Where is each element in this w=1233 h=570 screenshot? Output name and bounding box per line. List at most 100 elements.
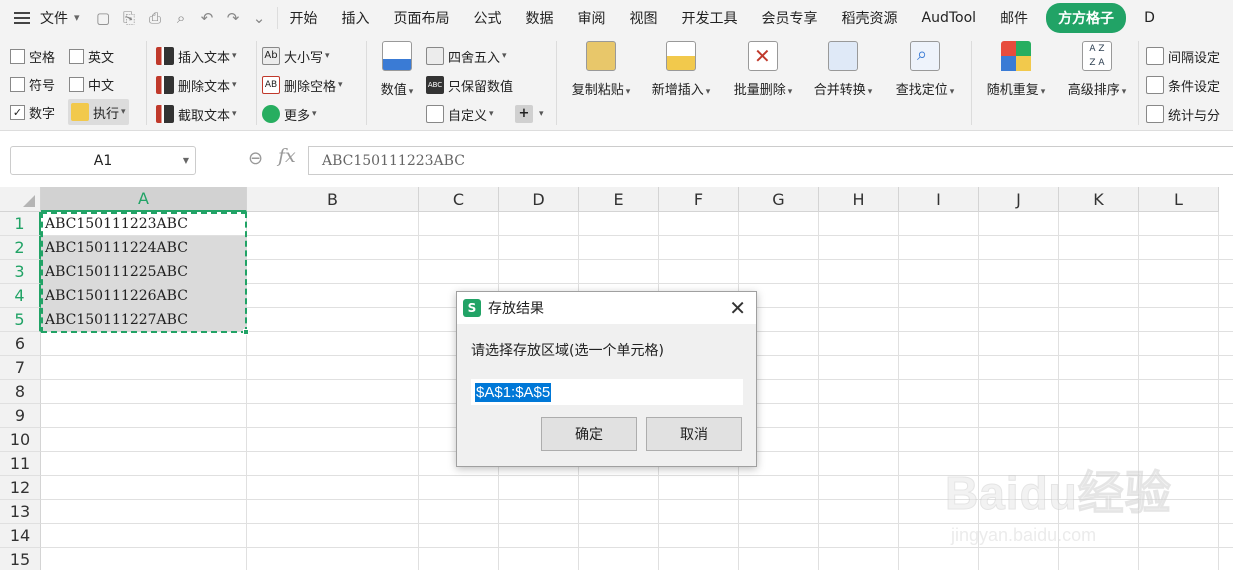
cancel-button[interactable]: 取消 <box>646 417 742 451</box>
row-header-9[interactable]: 9 <box>0 404 41 428</box>
formula-input[interactable]: ABC150111223ABC <box>308 146 1233 175</box>
row-header-12[interactable]: 12 <box>0 476 41 500</box>
delete-text-button[interactable]: 删除文本 ▾ <box>156 73 237 97</box>
zoom-icon[interactable]: ⊖ <box>248 148 263 169</box>
column-header-d[interactable]: D <box>499 187 579 212</box>
merge-convert-button[interactable]: 合并转换 ▾ <box>807 41 879 98</box>
undo-icon[interactable]: ↶ <box>200 9 215 27</box>
custom-button[interactable]: 自定义 ▾ <box>426 102 494 126</box>
row-header-4[interactable]: 4 <box>0 284 41 308</box>
column-header-e[interactable]: E <box>579 187 659 212</box>
checkbox-space-box[interactable] <box>10 48 25 64</box>
column-header-i[interactable]: I <box>899 187 979 212</box>
file-menu[interactable]: 文件 ▾ <box>14 0 80 35</box>
chevron-down-icon: ▾ <box>121 107 126 117</box>
chevron-down-icon[interactable]: ▼ <box>183 156 189 165</box>
row-header-1[interactable]: 1 <box>0 212 41 236</box>
row-header-10[interactable]: 10 <box>0 428 41 452</box>
execute-button[interactable]: 执行 ▾ <box>68 99 129 125</box>
row-header-13[interactable]: 13 <box>0 500 41 524</box>
column-header-l[interactable]: L <box>1139 187 1219 212</box>
tab-mail[interactable]: 邮件 <box>988 8 1040 28</box>
column-header-k[interactable]: K <box>1059 187 1139 212</box>
tab-page-layout[interactable]: 页面布局 <box>382 8 462 28</box>
batch-delete-button[interactable]: ✕ 批量删除 ▾ <box>727 41 799 98</box>
tab-formulas[interactable]: 公式 <box>462 8 514 28</box>
tab-developer[interactable]: 开发工具 <box>670 8 750 28</box>
row-header-11[interactable]: 11 <box>0 452 41 476</box>
save-icon[interactable]: ▢ <box>96 9 111 27</box>
row-header-8[interactable]: 8 <box>0 380 41 404</box>
keep-value-button[interactable]: ABC 只保留数值 <box>426 73 513 97</box>
column-header-g[interactable]: G <box>739 187 819 212</box>
column-header-h[interactable]: H <box>819 187 899 212</box>
column-header-a[interactable]: A <box>41 187 247 212</box>
chevron-down-icon: ▾ <box>502 51 507 61</box>
checkbox-number-box[interactable]: ✓ <box>10 104 25 120</box>
select-all-corner[interactable] <box>0 187 41 212</box>
interval-setting-button[interactable]: 间隔设定 <box>1146 44 1220 68</box>
redo-icon[interactable]: ↷ <box>226 9 241 27</box>
tab-review[interactable]: 审阅 <box>566 8 618 28</box>
column-header-b[interactable]: B <box>247 187 419 212</box>
checkbox-english-box[interactable] <box>69 48 84 64</box>
row-header-7[interactable]: 7 <box>0 356 41 380</box>
extract-text-button[interactable]: 截取文本 ▾ <box>156 102 237 126</box>
value-button[interactable]: 数值 ▾ <box>375 41 419 98</box>
plus-button[interactable]: + ▾ <box>515 102 544 126</box>
print-preview-icon[interactable]: ⌕ <box>174 9 189 27</box>
tab-docer[interactable]: 稻壳资源 <box>830 8 910 28</box>
tab-fangfanggezi[interactable]: 方方格子 <box>1046 2 1127 33</box>
tab-audtool[interactable]: AudTool <box>910 10 989 26</box>
tab-view[interactable]: 视图 <box>618 8 670 28</box>
delete-space-button[interactable]: AB 删除空格 ▾ <box>262 73 343 97</box>
fill-handle[interactable] <box>243 329 249 335</box>
row-header-3[interactable]: 3 <box>0 260 41 284</box>
condition-setting-button[interactable]: 条件设定 <box>1146 73 1220 97</box>
insert-text-button[interactable]: 插入文本 ▾ <box>156 44 237 68</box>
row-header-14[interactable]: 14 <box>0 524 41 548</box>
add-insert-button[interactable]: 新增插入 ▾ <box>645 41 717 98</box>
checkbox-english[interactable]: 英文 <box>69 44 114 68</box>
checkbox-symbol[interactable]: 符号 <box>10 72 55 96</box>
export-icon[interactable]: ⎘ <box>122 9 137 27</box>
round-button[interactable]: 四舍五入 ▾ <box>426 44 507 68</box>
column-header-c[interactable]: C <box>419 187 499 212</box>
tab-insert[interactable]: 插入 <box>330 8 382 28</box>
copy-paste-button[interactable]: 复制粘贴 ▾ <box>565 41 637 98</box>
find-locate-button[interactable]: ⌕ 查找定位 ▾ <box>889 41 961 98</box>
case-icon: Ab <box>262 47 280 65</box>
column-header-j[interactable]: J <box>979 187 1059 212</box>
customize-chevron-icon[interactable]: ⌄ <box>252 9 267 27</box>
dialog-prompt: 请选择存放区域(选一个单元格) <box>471 343 664 359</box>
function-icon[interactable]: fx <box>278 145 296 167</box>
range-input[interactable]: $A$1:$A$5 <box>471 379 743 405</box>
chevron-down-icon: ▾ <box>408 87 414 97</box>
checkbox-symbol-box[interactable] <box>10 76 25 92</box>
close-icon[interactable]: ✕ <box>729 296 746 320</box>
dialog-titlebar[interactable]: S 存放结果 ✕ <box>457 292 756 324</box>
row-header-15[interactable]: 15 <box>0 548 41 570</box>
ok-button[interactable]: 确定 <box>541 417 637 451</box>
statistics-button[interactable]: 统计与分 <box>1146 102 1220 126</box>
tab-data[interactable]: 数据 <box>514 8 566 28</box>
checkbox-number[interactable]: ✓ 数字 <box>10 100 55 124</box>
insert-text-label: 插入文本 <box>178 50 231 66</box>
row-header-5[interactable]: 5 <box>0 308 41 332</box>
name-box[interactable]: A1 ▼ <box>10 146 196 175</box>
random-repeat-button[interactable]: 随机重复 ▾ <box>980 41 1052 98</box>
checkbox-chinese-box[interactable] <box>69 76 84 92</box>
checkbox-space[interactable]: 空格 <box>10 44 55 68</box>
tab-member[interactable]: 会员专享 <box>750 8 830 28</box>
advanced-sort-button[interactable]: A ZZ A 高级排序 ▾ <box>1061 41 1133 98</box>
row-header-6[interactable]: 6 <box>0 332 41 356</box>
print-icon[interactable]: ⎙ <box>148 9 163 27</box>
column-header-f[interactable]: F <box>659 187 739 212</box>
tab-home[interactable]: 开始 <box>278 8 330 28</box>
row-header-2[interactable]: 2 <box>0 236 41 260</box>
checkbox-chinese[interactable]: 中文 <box>69 72 114 96</box>
chevron-down-icon: ▾ <box>867 87 873 97</box>
more-button[interactable]: 更多 ▾ <box>262 102 317 126</box>
tab-overflow[interactable]: D <box>1132 10 1155 26</box>
case-button[interactable]: Ab 大小写 ▾ <box>262 44 330 68</box>
